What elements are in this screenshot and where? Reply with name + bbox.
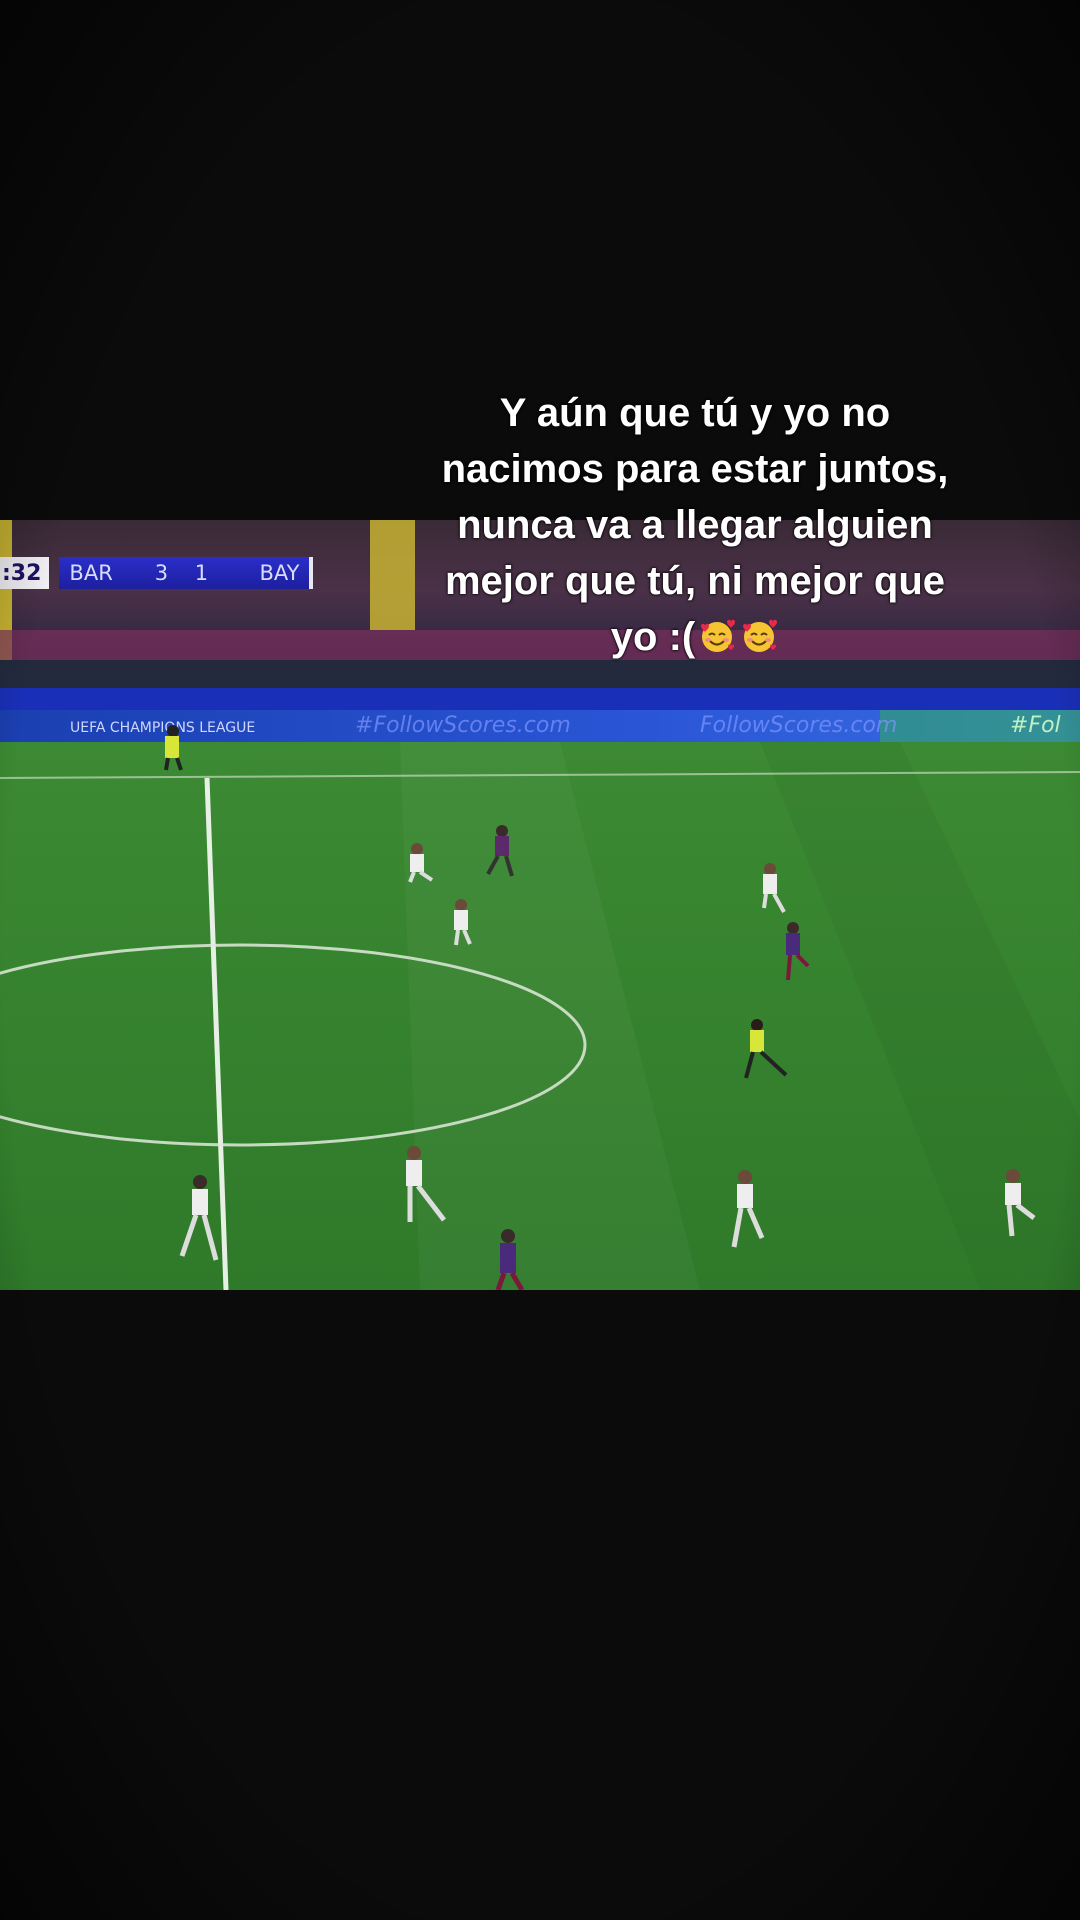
smiling-face-with-hearts-icon	[743, 619, 778, 652]
caption-line: nunca va a llegar alguien	[457, 503, 933, 547]
caption-line: nacimos para estar juntos,	[441, 447, 949, 491]
smiling-face-with-hearts-icon	[701, 619, 736, 652]
board-text-follow-2: FollowScores.com	[700, 713, 897, 738]
home-team: BAR	[69, 561, 113, 585]
home-score: 3	[154, 561, 169, 585]
caption-line: Y aún que tú y yo no	[499, 391, 891, 435]
scoreboard: :32 BAR 3 1 BAY	[0, 557, 314, 589]
away-team: BAY	[259, 561, 300, 585]
board-text-follow: #FollowScores.com	[355, 713, 571, 738]
score-panel: BAR 3 1 BAY	[59, 557, 314, 589]
caption-line-last: yo :(	[400, 609, 990, 665]
away-score: 1	[194, 561, 209, 585]
board-text-follow-3: #Fol	[1010, 713, 1061, 738]
post-caption: Y aún que tú y yo no nacimos para estar …	[400, 385, 990, 665]
board-text-ucl: UEFA CHAMPIONS LEAGUE	[70, 720, 255, 736]
caption-line-text: yo :(	[610, 615, 696, 659]
caption-line: mejor que tú, ni mejor que	[444, 559, 946, 603]
match-clock: :32	[0, 557, 50, 589]
video-post-screen[interactable]: UEFA CHAMPIONS LEAGUE #FollowScores.com …	[0, 0, 1080, 1920]
